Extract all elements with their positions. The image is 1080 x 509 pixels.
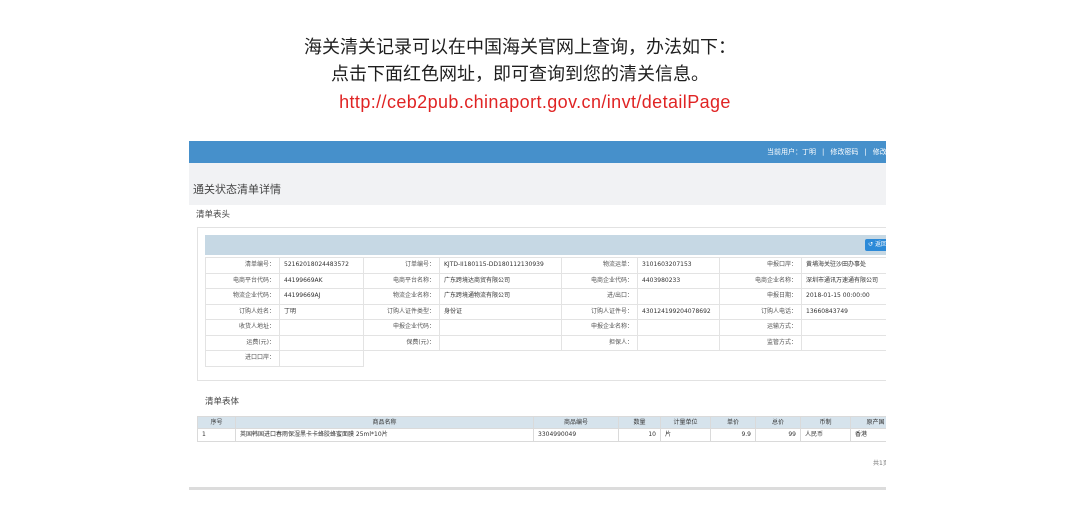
table-cell: 10 xyxy=(619,429,661,442)
field-label: 进/出口： xyxy=(562,289,638,305)
field-label: 订购人电话： xyxy=(720,304,802,320)
field-value xyxy=(638,335,720,351)
field-value: 4403980233 xyxy=(638,273,720,289)
intro-line-1: 海关清关记录可以在中国海关官网上查询，办法如下： xyxy=(304,37,736,58)
field-value: 广东跨境达商贸有限公司 xyxy=(440,273,562,289)
field-label: 电商企业代码： xyxy=(562,273,638,289)
field-label: 订购人姓名： xyxy=(206,304,280,320)
field-value: KJTD-II180115-DD180112130939 xyxy=(440,258,562,274)
field-label: 电商平台名称： xyxy=(364,273,440,289)
field-value xyxy=(802,336,886,351)
field-value: 13660843749 xyxy=(802,305,886,320)
field-value: 44199669AJ xyxy=(280,289,364,305)
field-value xyxy=(280,320,364,336)
field-label: 物流企业名称： xyxy=(364,289,440,305)
customs-url-link[interactable]: http://ceb2pub.chinaport.gov.cn/invt/det… xyxy=(0,91,1070,113)
column-header: 序号 xyxy=(198,417,236,429)
column-header: 单价 xyxy=(711,417,756,429)
column-header: 商品名称 xyxy=(236,417,534,429)
field-value xyxy=(280,335,364,351)
field-value: 2018-01-15 00:00:00 xyxy=(802,289,886,305)
field-label: 运输方式： xyxy=(720,320,802,336)
field-value: 丁明 xyxy=(280,304,364,320)
field-value: 深圳市通讯万速通有限公司 xyxy=(802,274,886,289)
field-label: 物流企业代码： xyxy=(206,289,280,305)
header-section-panel: 返回 清单编号：52162018024483572订单编号：KJTD-II180… xyxy=(197,227,886,381)
items-table: 序号 商品名称 商品编号 数量 计量单位 单价 总价 币制 原产国 1 英国韩国进口春雨保湿黑卡卡蜂… xyxy=(197,416,886,442)
back-icon xyxy=(868,241,875,248)
field-label: 订购人证件号： xyxy=(562,304,638,320)
table-cell: 人民币 xyxy=(801,429,851,442)
field-label: 申报日期： xyxy=(720,289,802,305)
field-value xyxy=(440,320,562,336)
table-cell: 片 xyxy=(661,429,711,442)
change-phone-link[interactable]: 修改手机 xyxy=(873,148,886,157)
field-value: 3101603207153 xyxy=(638,258,720,274)
table-cell: 英国韩国进口春雨保湿黑卡卡蜂胶蜂蜜面膜 25ml*10片 xyxy=(236,429,534,442)
field-label: 申报口岸： xyxy=(720,258,802,274)
menu-separator: | xyxy=(822,148,825,156)
top-bar: 当前用户：丁明 | 修改密码 | 修改手机 xyxy=(189,141,886,163)
field-label: 电商平台代码： xyxy=(206,273,280,289)
back-button[interactable]: 返回 xyxy=(865,239,886,251)
field-label: 运费(元)： xyxy=(206,335,280,351)
header-fields-table: 清单编号： 52162018024483572 订单编号： KJTD-II180115… xyxy=(205,257,886,367)
field-value: 44199669AK xyxy=(280,273,364,289)
field-label: 保费(元)： xyxy=(364,335,440,351)
table-cell: 9.9 xyxy=(711,429,756,442)
bottom-divider xyxy=(189,487,886,490)
field-value: 身份证 xyxy=(440,304,562,320)
table-cell: 99 xyxy=(756,429,801,442)
page-title: 通关状态清单详情 xyxy=(193,183,281,196)
field-value xyxy=(280,351,364,367)
column-header: 数量 xyxy=(619,417,661,429)
field-label: 物流运单： xyxy=(562,258,638,274)
header-toolbar: 返回 xyxy=(205,235,886,255)
user-menu: 当前用户：丁明 | 修改密码 | 修改手机 xyxy=(767,148,886,157)
field-value xyxy=(802,320,886,336)
customs-portal-screenshot: 当前用户：丁明 | 修改密码 | 修改手机 通关状态清单详情 清单表头 返回 清… xyxy=(189,141,886,493)
column-header: 币制 xyxy=(801,417,851,429)
field-label: 担保人： xyxy=(562,335,638,351)
field-value xyxy=(440,335,562,351)
menu-separator: | xyxy=(864,148,867,156)
field-value xyxy=(638,289,720,305)
table-cell: 3304990049 xyxy=(534,429,619,442)
column-header: 总价 xyxy=(756,417,801,429)
field-label: 电商企业名称： xyxy=(720,273,802,289)
column-header: 计量单位 xyxy=(661,417,711,429)
field-label: 进口口岸： xyxy=(206,351,280,367)
table-cell: 1 xyxy=(198,429,236,442)
column-header: 商品编号 xyxy=(534,417,619,429)
field-value: 430124199204078692 xyxy=(638,304,720,320)
field-label: 监管方式： xyxy=(720,335,802,351)
field-value: 广东跨境通物流有限公司 xyxy=(440,289,562,305)
field-label: 申报企业代码： xyxy=(364,320,440,336)
header-section-title: 清单表头 xyxy=(196,210,231,220)
back-button-label: 返回 xyxy=(875,241,886,248)
field-label: 收货人地址： xyxy=(206,320,280,336)
field-label: 订单编号： xyxy=(364,258,440,274)
field-label: 申报企业名称： xyxy=(562,320,638,336)
field-value: 黄埔海关驻沙田办事处 xyxy=(802,258,886,274)
field-value xyxy=(638,320,720,336)
pagination-info: 共1页 xyxy=(873,460,886,467)
field-label: 清单编号： xyxy=(206,258,280,274)
column-header: 原产国 xyxy=(851,417,886,429)
change-password-link[interactable]: 修改密码 xyxy=(830,148,858,157)
current-user-label: 当前用户：丁明 xyxy=(767,148,816,156)
intro-line-2: 点击下面红色网址，即可查询到您的清关信息。 xyxy=(331,64,709,85)
body-section-title: 清单表体 xyxy=(205,397,240,407)
field-value: 52162018024483572 xyxy=(280,258,364,274)
title-area: 通关状态清单详情 xyxy=(189,163,886,205)
table-cell: 香港 xyxy=(851,429,886,442)
field-label: 订购人证件类型： xyxy=(364,304,440,320)
